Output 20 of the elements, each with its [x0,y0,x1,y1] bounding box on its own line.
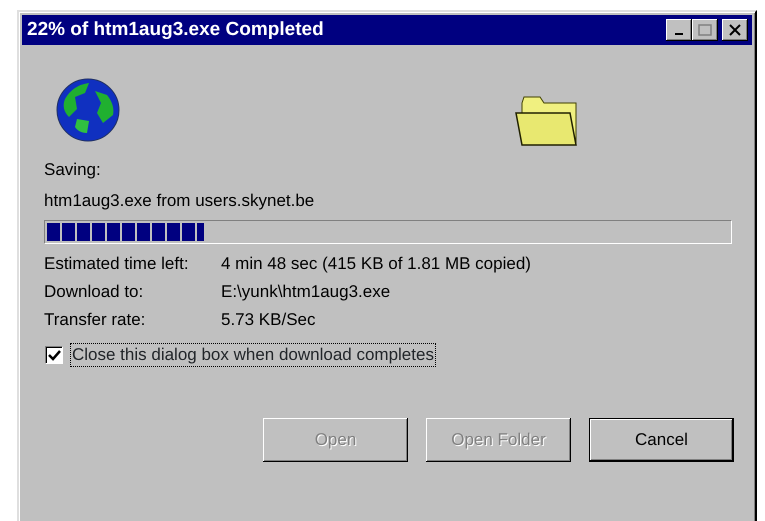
minimize-button[interactable] [666,19,692,41]
field-value: 4 min 48 sec (415 KB of 1.81 MB copied) [221,253,531,275]
checkbox-label[interactable]: Close this dialog box when download completes [70,343,436,367]
checkbox[interactable] [45,346,63,364]
globe-icon [55,77,121,143]
field-label: Transfer rate: [44,309,146,331]
close-button[interactable] [722,19,748,41]
source-text: htm1aug3.exe from users.skynet.be [44,190,316,212]
maximize-icon [698,24,712,36]
close-icon [729,24,741,36]
saving-label: Saving: [44,159,102,181]
maximize-button[interactable] [692,19,718,41]
field-value: E:\yunk\htm1aug3.exe [221,281,390,303]
field-label: Download to: [44,281,144,303]
minimize-icon [675,33,683,35]
dialog-button[interactable]: Cancel [589,418,734,462]
field-label: Estimated time left: [44,253,190,275]
window-title: 22% of htm1aug3.exe Completed [27,18,324,42]
checkmark-icon [48,349,60,361]
field-value: 5.73 KB/Sec [221,309,316,331]
